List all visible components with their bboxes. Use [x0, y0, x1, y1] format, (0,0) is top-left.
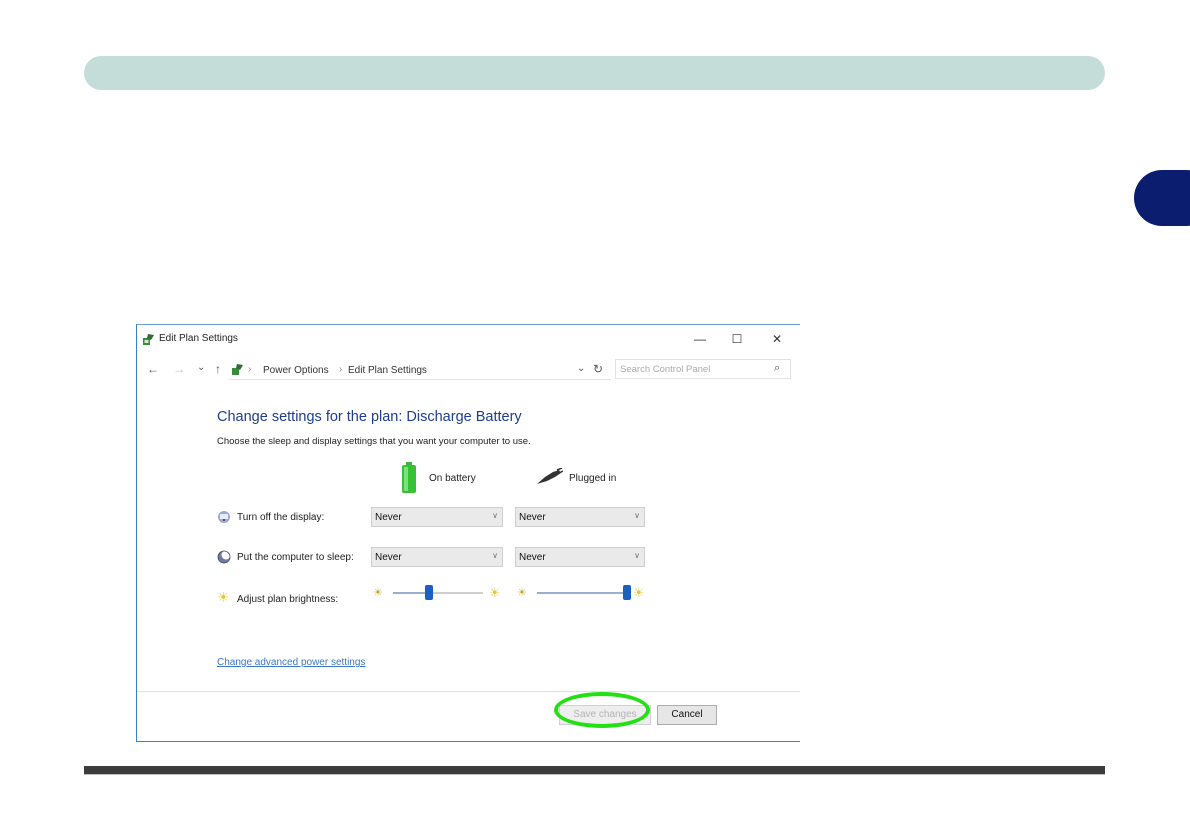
moon-icon [217, 550, 231, 564]
turn-off-display-label: Turn off the display: [237, 512, 325, 523]
slider-track [393, 592, 483, 594]
page-subtitle: Choose the sleep and display settings th… [217, 436, 531, 447]
close-button[interactable]: ✕ [761, 329, 793, 349]
brightness-plugged-in-slider[interactable]: ☀ ☀ [517, 583, 647, 603]
slider-thumb[interactable] [623, 585, 631, 600]
monitor-icon [218, 511, 230, 523]
footer-rule [84, 766, 1105, 774]
address-dropdown-chevron-icon[interactable]: ⌄ [577, 363, 585, 374]
refresh-icon[interactable]: ↻ [593, 362, 603, 376]
edit-plan-settings-window: Edit Plan Settings — ☐ ✕ ← → ⌄ ↑ › Power… [136, 324, 800, 742]
brightness-icon: ☀ [217, 589, 230, 605]
page-title: Change settings for the plan: Discharge … [217, 409, 522, 425]
dim-brightness-icon: ☀ [373, 587, 383, 599]
up-arrow-icon[interactable]: ↑ [215, 362, 221, 376]
save-changes-button[interactable]: Save changes [559, 705, 651, 725]
title-bar: Edit Plan Settings — ☐ ✕ [137, 325, 800, 353]
chapter-tab [1134, 170, 1190, 226]
page-header-bar [84, 56, 1105, 90]
sleep-on-battery-select[interactable]: Never ∨ [371, 547, 503, 567]
search-box[interactable]: ⌕ [615, 359, 791, 379]
sleep-plugged-in-value: Never [519, 552, 546, 563]
forward-arrow-icon[interactable]: → [173, 362, 185, 376]
chevron-down-icon: ∨ [492, 551, 498, 560]
address-bar[interactable]: › Power Options › Edit Plan Settings ⌄ ↻ [229, 360, 611, 380]
slider-fill [537, 592, 627, 594]
adjust-plan-brightness-label: Adjust plan brightness: [237, 594, 339, 605]
minimize-button[interactable]: — [684, 329, 716, 349]
slider-track [537, 592, 627, 594]
breadcrumb-separator: › [248, 364, 252, 375]
breadcrumb-separator: › [339, 364, 343, 375]
search-input[interactable] [620, 362, 765, 376]
on-battery-label: On battery [429, 473, 476, 484]
dim-brightness-icon: ☀ [517, 587, 527, 599]
footer-rule-shadow [84, 774, 1105, 775]
sleep-on-battery-value: Never [375, 552, 402, 563]
display-on-battery-value: Never [375, 512, 402, 523]
chevron-down-icon: ∨ [492, 511, 498, 520]
cancel-button[interactable]: Cancel [657, 705, 717, 725]
display-on-battery-select[interactable]: Never ∨ [371, 507, 503, 527]
breadcrumb-power-options[interactable]: Power Options [263, 365, 329, 376]
recent-locations-chevron-icon[interactable]: ⌄ [197, 362, 205, 373]
control-panel-icon [232, 364, 243, 375]
window-title: Edit Plan Settings [159, 333, 238, 344]
bright-brightness-icon: ☀ [489, 585, 501, 600]
display-plugged-in-select[interactable]: Never ∨ [515, 507, 645, 527]
power-options-app-icon [143, 334, 154, 345]
search-icon[interactable]: ⌕ [774, 362, 780, 375]
address-row: ← → ⌄ ↑ › Power Options › Edit Plan Sett… [137, 358, 800, 382]
breadcrumb-edit-plan-settings[interactable]: Edit Plan Settings [348, 365, 427, 376]
back-arrow-icon[interactable]: ← [147, 362, 159, 376]
slider-thumb[interactable] [425, 585, 433, 600]
chevron-down-icon: ∨ [634, 551, 640, 560]
chevron-down-icon: ∨ [634, 511, 640, 520]
sleep-plugged-in-select[interactable]: Never ∨ [515, 547, 645, 567]
button-bar-divider [137, 691, 800, 692]
display-plugged-in-value: Never [519, 512, 546, 523]
battery-icon [402, 462, 416, 493]
put-computer-to-sleep-label: Put the computer to sleep: [237, 552, 354, 563]
bright-brightness-icon: ☀ [633, 585, 645, 600]
plugged-in-label: Plugged in [569, 473, 617, 484]
change-advanced-power-settings-link[interactable]: Change advanced power settings [217, 657, 365, 668]
slider-fill [393, 592, 429, 594]
brightness-on-battery-slider[interactable]: ☀ ☀ [373, 583, 503, 603]
power-plug-icon [537, 468, 563, 484]
maximize-button[interactable]: ☐ [721, 329, 753, 349]
